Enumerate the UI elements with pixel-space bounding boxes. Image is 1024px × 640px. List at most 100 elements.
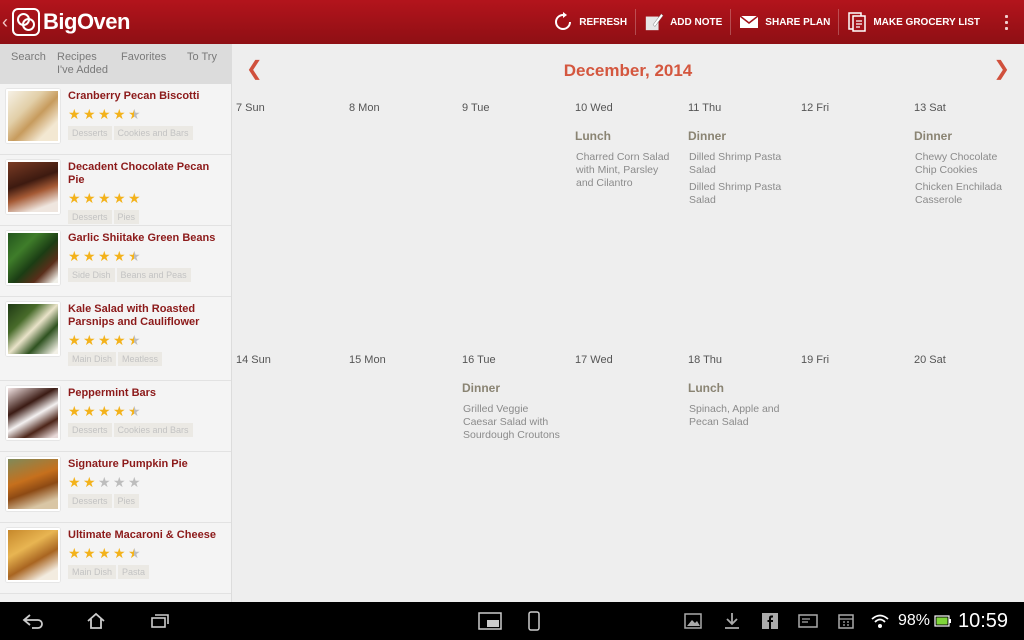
list-item[interactable]: Peppermint Bars ★ ★ ★ ★ ★ Desserts Cookies and … [0,381,231,452]
calendar-day[interactable]: 14 Sun [232,354,345,442]
calendar-day[interactable]: 12 Fri [797,102,910,207]
recipe-title: Signature Pumpkin Pie [68,458,188,470]
day-label: 19 Fri [801,354,830,366]
calendar-day[interactable]: 13 Sat Dinner Chewy Chocolate Chip Cookies… [910,102,1023,207]
category-tag[interactable]: Desserts [68,126,112,140]
tab-favorites[interactable]: Favorites [116,44,182,84]
recipe-thumbnail [6,160,60,214]
back-icon[interactable] [22,602,44,640]
refresh-label: REFRESH [579,16,628,28]
star-rating: ★ ★ ★ ★ ★ [68,333,225,347]
battery-icon [934,602,952,640]
next-month-icon[interactable]: ❯ [993,56,1010,81]
recipe-title: Peppermint Bars [68,387,157,399]
calendar-day[interactable]: 8 Mon [345,102,458,207]
up-caret-icon[interactable]: ‹ [2,0,12,44]
refresh-icon [553,12,573,32]
list-item[interactable]: Ultimate Macaroni & Cheese ★ ★ ★ ★ ★ Main Dish… [0,523,231,594]
make-grocery-list-button[interactable]: MAKE GROCERY LIST [839,0,988,44]
meal-recipe[interactable]: Charred Corn Salad with Mint, Parsley an… [575,151,675,190]
day-label: 20 Sat [914,354,946,366]
meal-type: Lunch [688,381,724,395]
envelope-icon [739,12,759,32]
recipe-info: Ultimate Macaroni & Cheese ★ ★ ★ ★ ★ Main Dish… [68,528,216,588]
meal-recipe[interactable]: Dilled Shrimp Pasta Salad [688,151,788,177]
calendar-day[interactable]: 10 Wed Lunch Charred Corn Salad with Mint,… [571,102,684,207]
recipe-thumbnail [6,231,60,285]
calendar-day[interactable]: 15 Mon [345,354,458,442]
category-tag[interactable]: Cookies and Bars [113,423,193,437]
category-tag[interactable]: Pies [113,210,140,224]
calendar-day[interactable]: 7 Sun [232,102,345,207]
category-tag[interactable]: Side Dish [68,268,115,282]
meal-recipe[interactable]: Grilled Veggie Caesar Salad with Sourdou… [462,403,562,442]
meal-plan-calendar: ❮ December, 2014 ❯ 7 Sun 8 Mon 9 Tue 10 Wed… [232,44,1024,602]
add-note-button[interactable]: ADD NOTE [636,0,730,44]
window-mode-icon[interactable] [478,602,502,640]
calendar-day[interactable]: 18 Thu Lunch Spinach, Apple and Pecan Sala… [684,354,797,442]
star-rating: ★ ★ ★ ★ ★ [68,191,225,205]
recipe-info: Cranberry Pecan Biscotti ★ ★ ★ ★ ★ Desserts Coo… [68,89,199,149]
day-label: 17 Wed [575,354,613,366]
category-tag[interactable]: Meatless [118,352,163,366]
list-item[interactable]: Cranberry Pecan Biscotti ★ ★ ★ ★ ★ Desserts Coo… [0,84,231,155]
tab-search[interactable]: Search [6,44,52,84]
small-app-icon[interactable] [528,602,540,640]
star-icon: ★ [98,248,111,264]
star-icon: ★ [98,106,111,122]
recipe-tags: Desserts Cookies and Bars [68,423,195,437]
star-rating: ★ ★ ★ ★ ★ [68,249,215,263]
recipe-tags: Desserts Pies [68,494,188,508]
list-item[interactable]: Decadent Chocolate Pecan Pie ★ ★ ★ ★ ★ Dessert… [0,155,231,226]
category-tag[interactable]: Main Dish [68,352,117,366]
category-tag[interactable]: Beans and Peas [116,268,191,282]
recipe-tags: Main Dish Meatless [68,352,225,366]
star-icon: ★ [83,403,96,419]
calendar-day[interactable]: 9 Tue [458,102,571,207]
list-item[interactable]: Signature Pumpkin Pie ★ ★ ★ ★ ★ Desserts Pies [0,452,231,523]
calendar-day[interactable]: 16 Tue Dinner Grilled Veggie Caesar Salad … [458,354,571,442]
home-icon[interactable] [86,602,106,640]
tab-recipes-added[interactable]: Recipes I've Added [52,44,116,84]
recipe-info: Signature Pumpkin Pie ★ ★ ★ ★ ★ Desserts Pies [68,457,188,517]
category-tag[interactable]: Pasta [118,565,150,579]
recipe-title: Ultimate Macaroni & Cheese [68,529,216,541]
day-label: 16 Tue [462,354,496,366]
category-tag[interactable]: Desserts [68,210,112,224]
calendar-day[interactable]: 17 Wed [571,354,684,442]
star-icon: ★ [83,106,96,122]
overflow-menu-icon[interactable] [988,0,1024,44]
calendar-week: 14 Sun 15 Mon 16 Tue Dinner Grilled Veggie C… [232,354,1024,442]
meal-recipe[interactable]: Chicken Enchilada Casserole [914,181,1014,207]
tab-to-try[interactable]: To Try [182,44,228,84]
meal-recipe[interactable]: Chewy Chocolate Chip Cookies [914,151,1014,177]
calendar-day[interactable]: 11 Thu Dinner Dilled Shrimp Pasta Salad Dil… [684,102,797,207]
star-rating: ★ ★ ★ ★ ★ [68,546,216,560]
list-item[interactable]: Kale Salad with Roasted Parsnips and Cau… [0,297,231,381]
share-plan-button[interactable]: SHARE PLAN [731,0,838,44]
star-icon: ★ [128,106,141,122]
recipe-info: Peppermint Bars ★ ★ ★ ★ ★ Desserts Cookies and … [68,386,195,446]
category-tag[interactable]: Desserts [68,423,112,437]
star-icon: ★ [68,190,81,206]
star-icon: ★ [113,474,126,490]
star-icon: ★ [68,248,81,264]
category-tag[interactable]: Desserts [68,494,112,508]
star-icon: ★ [113,403,126,419]
recent-apps-icon[interactable] [150,602,170,640]
category-tag[interactable]: Cookies and Bars [113,126,193,140]
meal-recipe[interactable]: Spinach, Apple and Pecan Salad [688,403,788,429]
day-label: 7 Sun [236,102,265,114]
category-tag[interactable]: Main Dish [68,565,117,579]
star-icon: ★ [113,190,126,206]
star-icon: ★ [98,332,111,348]
calendar-day[interactable]: 19 Fri [797,354,910,442]
app-logo[interactable]: BigOven [12,0,130,44]
system-navigation-bar: 98% 10:59 [0,602,1024,640]
meal-recipe[interactable]: Dilled Shrimp Pasta Salad [688,181,788,207]
calendar-day[interactable]: 20 Sat [910,354,1023,442]
list-item[interactable]: Garlic Shiitake Green Beans ★ ★ ★ ★ ★ Side Dis… [0,226,231,297]
category-tag[interactable]: Pies [113,494,140,508]
refresh-button[interactable]: REFRESH [545,0,635,44]
star-icon: ★ [83,332,96,348]
